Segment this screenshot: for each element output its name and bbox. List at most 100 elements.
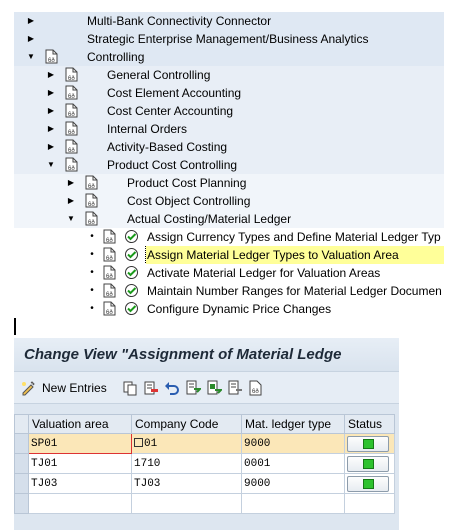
deselect-all-icon[interactable] xyxy=(227,380,243,396)
execute-activity-icon[interactable] xyxy=(124,247,139,262)
application-toolbar: New Entries 6ð xyxy=(14,372,399,404)
bullet-icon: • xyxy=(90,303,94,314)
expand-arrow-icon[interactable]: ▶ xyxy=(26,34,36,44)
table-row[interactable]: SP01 01 9000 xyxy=(14,433,395,454)
expand-arrow-icon[interactable]: ▶ xyxy=(46,142,56,152)
execute-activity-icon[interactable] xyxy=(124,229,139,244)
delete-icon[interactable] xyxy=(143,380,159,396)
bullet-icon: • xyxy=(90,249,94,260)
cell-company-code[interactable]: 1710 xyxy=(131,453,242,474)
cell-company-code[interactable]: TJ03 xyxy=(131,473,242,494)
table-control: Valuation area Company Code Mat. ledger … xyxy=(14,414,399,514)
copy-icon[interactable] xyxy=(122,380,138,396)
expand-arrow-icon[interactable]: ▶ xyxy=(26,16,36,26)
tree-node-general-controlling[interactable]: ▶ 6ð General Controlling xyxy=(14,66,444,84)
print-icon[interactable]: 6ð xyxy=(248,380,264,396)
bullet-icon: • xyxy=(90,267,94,278)
tree-activity-activate-ml[interactable]: • 6ð Activate Material Ledger for Valuat… xyxy=(14,264,444,282)
expand-arrow-icon[interactable]: ▶ xyxy=(46,70,56,80)
documentation-icon[interactable]: 6ð xyxy=(103,247,116,262)
tree-node-internal-orders[interactable]: ▶ 6ð Internal Orders xyxy=(14,120,444,138)
documentation-icon[interactable]: 6ð xyxy=(65,67,78,82)
cell-empty[interactable] xyxy=(344,493,395,514)
select-all-rows-button[interactable] xyxy=(14,414,29,434)
documentation-icon[interactable]: 6ð xyxy=(103,229,116,244)
tree-node-actual-costing[interactable]: ▼ 6ð Actual Costing/Material Ledger xyxy=(14,210,444,228)
documentation-icon[interactable]: 6ð xyxy=(65,103,78,118)
execute-activity-icon[interactable] xyxy=(124,265,139,280)
tree-node-label: Cost Center Accounting xyxy=(107,104,234,118)
cell-empty[interactable] xyxy=(131,493,242,514)
tree-node-product-cost-planning[interactable]: ▶ 6ð Product Cost Planning xyxy=(14,174,444,192)
select-block-icon[interactable] xyxy=(206,380,222,396)
cell-ledger-type[interactable]: 9000 xyxy=(241,473,345,494)
status-button[interactable] xyxy=(347,435,389,452)
documentation-icon[interactable]: 6ð xyxy=(103,265,116,280)
tree-node-label: Product Cost Planning xyxy=(127,176,247,190)
documentation-icon[interactable]: 6ð xyxy=(65,85,78,100)
cell-valuation-area[interactable]: SP01 xyxy=(28,433,132,454)
collapse-arrow-icon[interactable]: ▼ xyxy=(46,160,56,170)
documentation-icon[interactable]: 6ð xyxy=(85,211,98,226)
execute-activity-icon[interactable] xyxy=(124,283,139,298)
column-header-valuation-area[interactable]: Valuation area xyxy=(28,414,132,434)
cell-empty[interactable] xyxy=(241,493,345,514)
tree-node-activity-based[interactable]: ▶ 6ð Activity-Based Costing xyxy=(14,138,444,156)
status-button[interactable] xyxy=(347,475,389,492)
tree-node-controlling[interactable]: ▼ 6ð Controlling xyxy=(14,48,444,66)
tree-activity-number-ranges[interactable]: • 6ð Maintain Number Ranges for Material… xyxy=(14,282,444,300)
expand-arrow-icon[interactable]: ▶ xyxy=(46,124,56,134)
expand-arrow-icon[interactable]: ▶ xyxy=(66,196,76,206)
row-selector[interactable] xyxy=(14,433,29,454)
tree-node-cost-element[interactable]: ▶ 6ð Cost Element Accounting xyxy=(14,84,444,102)
tree-node-mbc[interactable]: ▶ Multi-Bank Connectivity Connector xyxy=(14,12,444,30)
svg-text:6ð: 6ð xyxy=(68,165,75,172)
documentation-icon[interactable]: 6ð xyxy=(103,283,116,298)
documentation-icon[interactable]: 6ð xyxy=(103,301,116,316)
documentation-icon[interactable]: 6ð xyxy=(85,175,98,190)
documentation-icon[interactable]: 6ð xyxy=(65,139,78,154)
documentation-icon[interactable]: 6ð xyxy=(85,193,98,208)
column-header-company-code[interactable]: Company Code xyxy=(131,414,242,434)
documentation-icon[interactable]: 6ð xyxy=(45,49,58,64)
cell-valuation-area[interactable]: TJ03 xyxy=(28,473,132,494)
expand-arrow-icon[interactable]: ▶ xyxy=(46,106,56,116)
cell-company-code[interactable]: 01 xyxy=(131,433,242,454)
documentation-icon[interactable]: 6ð xyxy=(65,157,78,172)
row-selector[interactable] xyxy=(14,473,29,494)
table-row[interactable]: TJ01 1710 0001 xyxy=(14,453,395,474)
svg-text:6ð: 6ð xyxy=(68,93,75,100)
execute-activity-icon[interactable] xyxy=(124,301,139,316)
collapse-arrow-icon[interactable]: ▼ xyxy=(26,52,36,62)
row-selector[interactable] xyxy=(14,493,29,514)
documentation-icon[interactable]: 6ð xyxy=(65,121,78,136)
column-header-status[interactable]: Status xyxy=(344,414,395,434)
undo-icon[interactable] xyxy=(164,380,180,396)
view-title-bar: Change View "Assignment of Material Ledg… xyxy=(14,338,399,372)
tree-activity-dynamic-price[interactable]: • 6ð Configure Dynamic Price Changes xyxy=(14,300,444,318)
cell-valuation-area[interactable]: TJ01 xyxy=(28,453,132,474)
status-button[interactable] xyxy=(347,455,389,472)
collapse-arrow-icon[interactable]: ▼ xyxy=(66,214,76,224)
table-row[interactable]: TJ03 TJ03 9000 xyxy=(14,473,395,494)
tree-node-product-cost[interactable]: ▼ 6ð Product Cost Controlling xyxy=(14,156,444,174)
expand-arrow-icon[interactable]: ▶ xyxy=(46,88,56,98)
column-header-ledger-type[interactable]: Mat. ledger type xyxy=(241,414,345,434)
cell-ledger-type[interactable]: 0001 xyxy=(241,453,345,474)
tree-activity-assign-ml-types[interactable]: • 6ð Assign Material Ledger Types to Val… xyxy=(14,246,444,264)
tree-node-sem[interactable]: ▶ Strategic Enterprise Management/Busine… xyxy=(14,30,444,48)
table-row-empty[interactable] xyxy=(14,493,395,514)
cell-ledger-type[interactable]: 9000 xyxy=(241,433,345,454)
new-entries-button[interactable]: New Entries xyxy=(18,377,109,399)
value-help-icon[interactable] xyxy=(134,437,143,447)
tree-node-cost-object[interactable]: ▶ 6ð Cost Object Controlling xyxy=(14,192,444,210)
svg-text:6ð: 6ð xyxy=(68,147,75,154)
tree-node-cost-center[interactable]: ▶ 6ð Cost Center Accounting xyxy=(14,102,444,120)
svg-text:6ð: 6ð xyxy=(88,219,95,226)
select-all-icon[interactable] xyxy=(185,380,201,396)
cell-empty[interactable] xyxy=(28,493,132,514)
row-selector[interactable] xyxy=(14,453,29,474)
expand-arrow-icon[interactable]: ▶ xyxy=(66,178,76,188)
tree-node-label: Strategic Enterprise Management/Business… xyxy=(87,32,369,46)
tree-activity-assign-currency[interactable]: • 6ð Assign Currency Types and Define Ma… xyxy=(14,228,444,246)
